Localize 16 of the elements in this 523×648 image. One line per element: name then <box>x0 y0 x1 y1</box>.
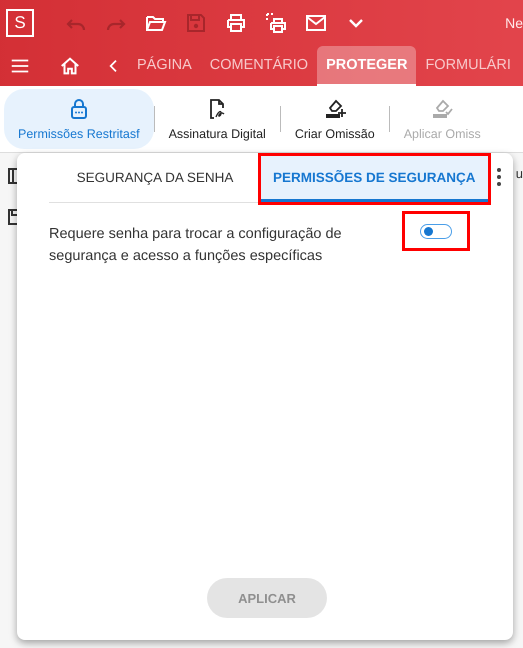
ribbon-tab[interactable]: PÁGINA <box>128 46 201 86</box>
dialog-tab[interactable]: SEGURANÇA DA SENHA <box>49 156 261 202</box>
toggle-switch[interactable] <box>405 214 467 248</box>
toolbar-button[interactable]: Permissões Restritasf <box>4 89 154 149</box>
ribbon-tab[interactable]: FORMULÁRI <box>416 46 520 86</box>
ribbon-tab[interactable]: PROTEGER <box>317 46 416 86</box>
toolbar-button[interactable]: Assinatura Digital <box>154 89 280 149</box>
dialog-tab[interactable]: PERMISSÕES DE SEGURANÇA <box>261 156 488 202</box>
ribbon-tab[interactable]: COMENTÁRIO <box>200 46 318 86</box>
app-logo: S <box>6 9 34 37</box>
title-text: Ne <box>505 15 523 31</box>
panel-text: u <box>516 166 523 181</box>
more-icon[interactable] <box>497 167 501 187</box>
toolbar-button[interactable]: Criar Omissão <box>280 89 389 149</box>
setting-label: Requere senha para trocar a configuração de segurança e acesso a funções específicas <box>49 225 343 266</box>
eraser-check-icon <box>430 97 454 121</box>
